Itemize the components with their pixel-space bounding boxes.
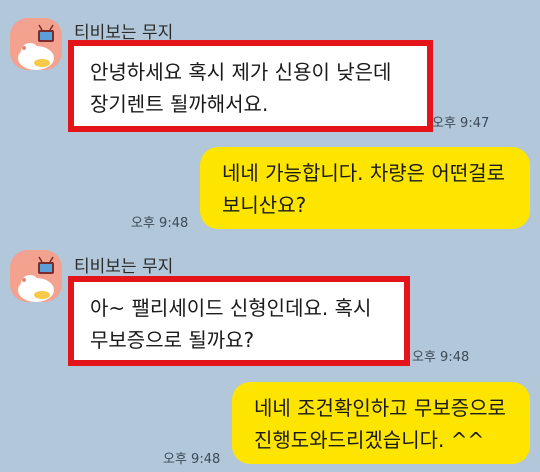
message-bubble-incoming[interactable]: 아~ 팰리세이드 신형인데요. 혹시 무보증으로 될까요? [68,276,410,366]
message-bubble-incoming[interactable]: 안녕하세요 혹시 제가 신용이 낮은데 장기렌트 될까해서요. [68,40,433,132]
sender-name: 티비보는 무지 [74,257,174,277]
message-line: 안녕하세요 혹시 제가 신용이 낮은데 [90,60,392,84]
message-line: 네네 가능합니다. 차량은 어떤걸로 [222,161,506,185]
message-line: 무보증으로 될까요? [90,328,255,352]
message-time: 오후 9:48 [412,350,470,365]
sender-avatar[interactable] [10,250,62,302]
muzi-tv-avatar-icon [10,250,62,302]
message-line: 아~ 팰리세이드 신형인데요. 혹시 [90,296,372,320]
message-line: 장기렌트 될까해서요. [90,92,269,116]
message-line: 보니산요? [222,193,307,217]
message-line: 진행도와드리겠습니다. ^^ [254,428,485,452]
message-time: 오후 9:48 [163,452,221,467]
muzi-tv-avatar-icon [10,18,62,70]
message-time: 오후 9:48 [131,216,189,231]
sender-name: 티비보는 무지 [74,23,174,43]
message-bubble-outgoing[interactable]: 네네 가능합니다. 차량은 어떤걸로 보니산요? [200,147,530,229]
message-line: 네네 조건확인하고 무보증으로 [254,396,506,420]
message-bubble-outgoing[interactable]: 네네 조건확인하고 무보증으로 진행도와드리겠습니다. ^^ [232,382,530,464]
sender-avatar[interactable] [10,18,62,70]
message-time: 오후 9:47 [432,116,490,131]
